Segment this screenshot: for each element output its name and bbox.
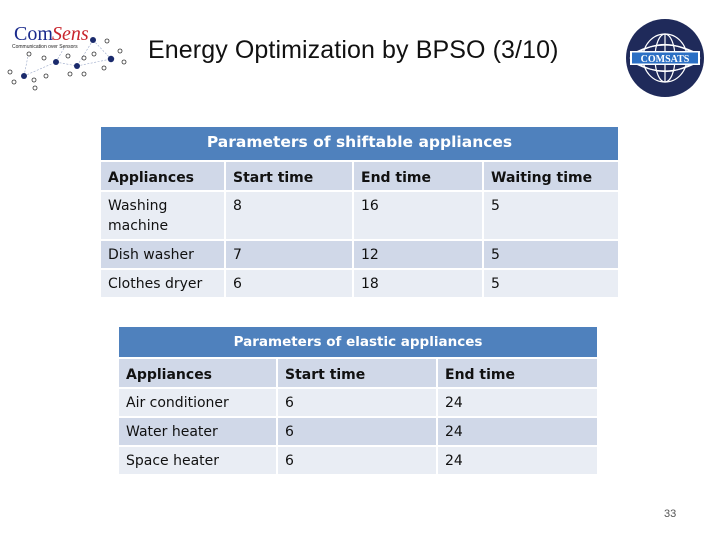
column-header: End time [354, 160, 484, 190]
page-number: 33 [664, 508, 677, 520]
table-row: Dish washer 7 12 5 [101, 239, 618, 268]
logo-text-sens: Sens [52, 26, 89, 45]
column-header: Start time [278, 357, 438, 387]
waiting-time: 5 [484, 190, 618, 239]
appliance-name: Clothes dryer [101, 268, 226, 297]
start-time: 6 [278, 387, 438, 416]
comsens-logo: Com Sens Communication over Sensors [4, 23, 132, 94]
table-caption: Parameters of elastic appliances [119, 327, 597, 357]
network-nodes-icon: Com Sens Communication over Sensors [7, 23, 127, 91]
slide-title: Energy Optimization by BPSO (3/10) [148, 36, 559, 64]
logo-text-com: Com [14, 26, 53, 45]
column-header: Appliances [101, 160, 226, 190]
start-time: 8 [226, 190, 354, 239]
column-header: End time [438, 357, 597, 387]
appliance-name: Washing machine [101, 190, 226, 239]
appliance-name: Space heater [119, 445, 278, 474]
comsats-text: COMSATS [641, 54, 690, 65]
end-time: 24 [438, 416, 597, 445]
elastic-appliances-table: Parameters of elastic appliances Applian… [119, 327, 597, 474]
table-row: Air conditioner 6 24 [119, 387, 597, 416]
start-time: 6 [278, 445, 438, 474]
shiftable-appliances-table: Parameters of shiftable appliances Appli… [101, 127, 618, 297]
appliance-name: Air conditioner [119, 387, 278, 416]
globe-emblem-icon: COMSATS [626, 19, 704, 97]
column-header: Appliances [119, 357, 278, 387]
table-row: Washing machine 8 16 5 [101, 190, 618, 239]
appliance-name: Dish washer [101, 239, 226, 268]
start-time: 6 [278, 416, 438, 445]
end-time: 24 [438, 387, 597, 416]
table-row: Space heater 6 24 [119, 445, 597, 474]
end-time: 12 [354, 239, 484, 268]
waiting-time: 5 [484, 239, 618, 268]
end-time: 18 [354, 268, 484, 297]
comsats-logo: COMSATS [624, 17, 706, 99]
end-time: 16 [354, 190, 484, 239]
table-header-row: Appliances Start time End time Waiting t… [101, 160, 618, 190]
logo-tagline: Communication over Sensors [12, 44, 78, 50]
table-row: Water heater 6 24 [119, 416, 597, 445]
table-row: Clothes dryer 6 18 5 [101, 268, 618, 297]
table-caption: Parameters of shiftable appliances [101, 127, 618, 160]
start-time: 6 [226, 268, 354, 297]
start-time: 7 [226, 239, 354, 268]
appliance-name: Water heater [119, 416, 278, 445]
column-header: Start time [226, 160, 354, 190]
column-header: Waiting time [484, 160, 618, 190]
table-header-row: Appliances Start time End time [119, 357, 597, 387]
end-time: 24 [438, 445, 597, 474]
waiting-time: 5 [484, 268, 618, 297]
